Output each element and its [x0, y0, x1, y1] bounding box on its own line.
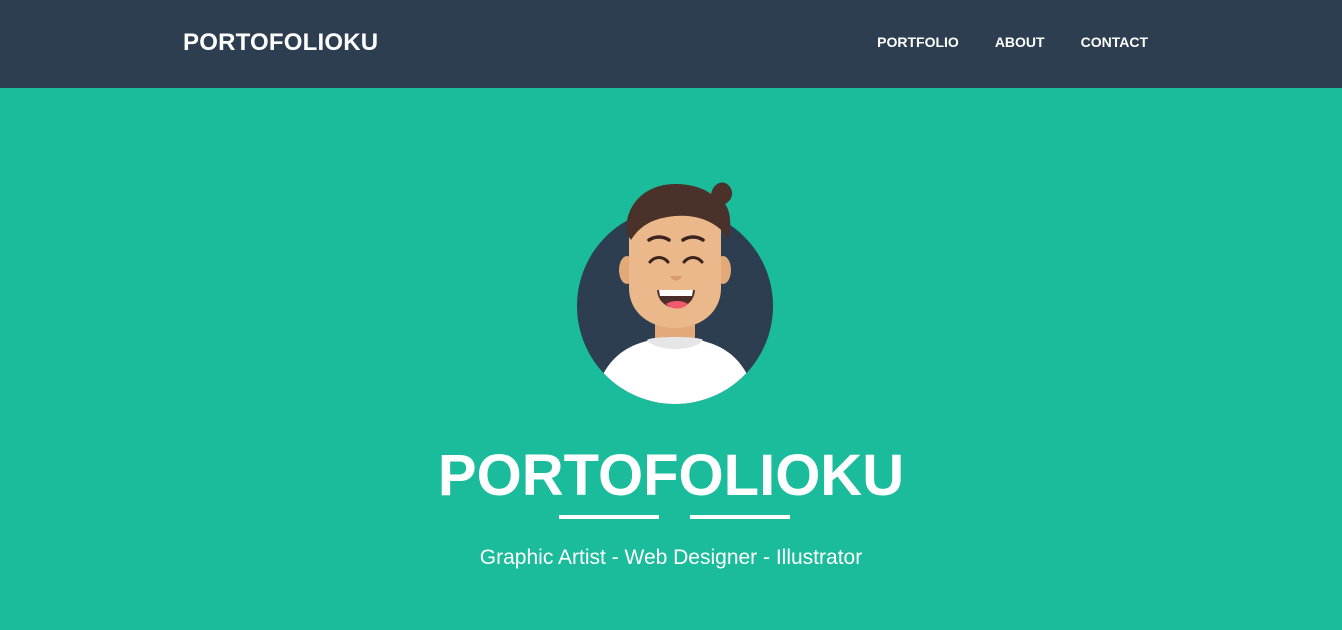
- nav-link-about[interactable]: ABOUT: [995, 33, 1045, 51]
- brand-link[interactable]: PORTOFOLIOKU: [183, 28, 378, 58]
- navbar: PORTOFOLIOKU PORTFOLIO ABOUT CONTACT: [0, 0, 1342, 88]
- hero-title: PORTOFOLIOKU: [437, 443, 905, 508]
- nav-link-contact[interactable]: CONTACT: [1081, 33, 1148, 51]
- main-nav: PORTFOLIO ABOUT CONTACT: [841, 33, 1148, 51]
- nav-link-portfolio[interactable]: PORTFOLIO: [877, 33, 959, 51]
- hero-subtitle: Graphic Artist - Web Designer - Illustra…: [479, 546, 863, 569]
- hero-section: PORTOFOLIOKU Graphic Artist - Web Design…: [0, 88, 1342, 630]
- avatar-icon: [577, 182, 773, 404]
- divider-right: [690, 515, 790, 519]
- divider-left: [559, 515, 659, 519]
